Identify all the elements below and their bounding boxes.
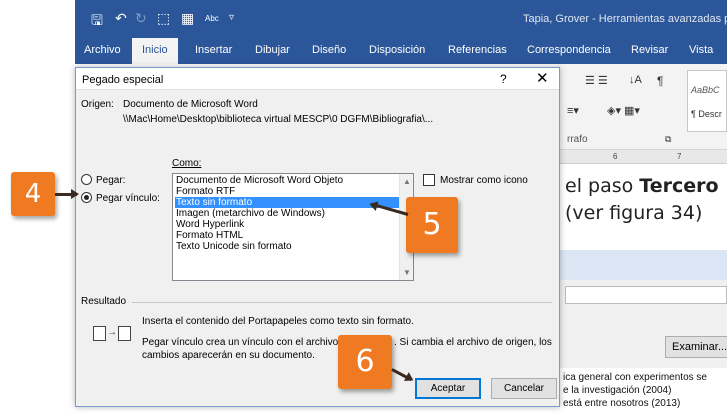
document-line-2: (ver figura 34) xyxy=(565,202,703,224)
ruler-mark-7: 7 xyxy=(677,152,682,161)
redo-icon[interactable]: ↻ xyxy=(135,10,147,27)
tab-vista[interactable]: Vista xyxy=(689,44,713,56)
help-icon[interactable]: ? xyxy=(500,72,507,86)
origin-path: \\Mac\Home\Desktop\biblioteca virtual ME… xyxy=(123,114,434,125)
result-text-3: cambios aparecerán en su documento. xyxy=(142,350,315,361)
paragraph-group-label: rrafo xyxy=(567,134,588,145)
tab-referencias[interactable]: Referencias xyxy=(448,44,507,56)
dialog-title-bar: Pegado especial ? ✕ xyxy=(76,68,559,90)
show-as-icon-checkbox[interactable] xyxy=(423,174,435,186)
list-item[interactable]: ica general con experimentos se xyxy=(563,372,707,383)
show-as-icon-label[interactable]: Mostrar como icono xyxy=(440,175,528,186)
document-line-1: el paso Tercero xyxy=(565,175,719,197)
tab-diseno[interactable]: Diseño xyxy=(312,44,346,56)
document-icon xyxy=(118,326,131,341)
tab-dibujar[interactable]: Dibujar xyxy=(255,44,290,56)
style-preview: AaBbC xyxy=(691,85,720,95)
ribbon-tabs: Archivo Inicio Insertar Dibujar Diseño D… xyxy=(75,38,727,64)
dialog-launcher-icon[interactable]: ⧉ xyxy=(665,134,671,145)
cancel-button[interactable]: Cancelar xyxy=(491,378,557,399)
tab-revisar[interactable]: Revisar xyxy=(631,44,668,56)
result-label: Resultado xyxy=(81,296,127,307)
close-icon[interactable]: ✕ xyxy=(536,69,549,87)
list-item[interactable]: Formato HTML xyxy=(175,230,399,241)
arrow-right-icon: → xyxy=(107,327,117,338)
style-name: ¶ Descr xyxy=(691,109,722,119)
window-title: Tapia, Grover - Herramientas avanzadas p… xyxy=(523,13,727,25)
scroll-up-icon[interactable]: ▲ xyxy=(403,177,411,186)
link-icon xyxy=(93,326,106,341)
step-badge-6: 6 xyxy=(338,335,392,389)
paste-special-dialog: Pegado especial ? ✕ Origen: Documento de… xyxy=(75,67,560,407)
style-gallery[interactable]: AaBbC ¶ Descr xyxy=(687,70,727,132)
undo-icon[interactable]: ↶ xyxy=(115,10,127,27)
step-badge-5: 5 xyxy=(406,197,458,253)
save-icon[interactable]: 🖫 xyxy=(91,10,103,34)
tab-disposicion[interactable]: Disposición xyxy=(369,44,425,56)
ribbon-paragraph-group: ☰ ☰ ↓A ¶ ≡▾ ◈▾ ▦▾ rrafo ⧉ AaBbC ¶ Descr xyxy=(557,64,727,150)
list-item-selected[interactable]: Texto sin formato xyxy=(175,197,399,208)
format-listbox[interactable]: Documento de Microsoft Word Objeto Forma… xyxy=(172,173,414,281)
shading-icon[interactable]: ◈▾ ▦▾ xyxy=(607,104,640,117)
line-spacing-icon[interactable]: ≡▾ xyxy=(567,104,579,117)
ruler-mark-6: 6 xyxy=(613,152,618,161)
list-item[interactable]: Word Hyperlink xyxy=(175,219,399,230)
sort-icon[interactable]: ↓A xyxy=(629,74,642,86)
origin-value: Documento de Microsoft Word xyxy=(123,99,258,110)
result-separator xyxy=(132,302,552,303)
list-item[interactable]: Imagen (metarchivo de Windows) xyxy=(175,208,399,219)
align-justify-icon[interactable]: ☰ ☰ xyxy=(585,74,608,87)
background-band xyxy=(557,250,727,280)
result-text-2b: . Si cambia el archivo de origen, los xyxy=(394,337,552,348)
paste-link-radio[interactable] xyxy=(81,192,92,203)
format-painter-icon[interactable]: ⬚ xyxy=(157,10,170,27)
customize-qa-icon[interactable]: ▿ xyxy=(229,12,234,23)
word-title-bar: 🖫 ↶ ↻ ⬚ ▦ Abc ▿ Tapia, Grover - Herramie… xyxy=(75,0,727,38)
tab-inicio[interactable]: Inicio xyxy=(132,38,178,64)
abc-button[interactable]: Abc xyxy=(205,14,219,23)
paste-radio[interactable] xyxy=(81,174,92,185)
list-item[interactable]: e la investigación (2004) xyxy=(563,385,671,396)
list-item[interactable]: Texto Unicode sin formato xyxy=(175,241,399,252)
document-bold-word: Tercero xyxy=(639,175,719,197)
step-badge-4: 4 xyxy=(11,172,55,216)
step-4-pointer xyxy=(55,189,79,199)
scroll-down-icon[interactable]: ▼ xyxy=(403,268,411,277)
bibliography-list: ica general con experimentos se e la inv… xyxy=(557,368,727,420)
list-item[interactable]: Formato RTF xyxy=(175,186,399,197)
list-item[interactable]: está entre nosotros (2013) xyxy=(563,398,680,409)
dialog-title: Pegado especial xyxy=(82,74,164,86)
list-item[interactable]: Documento de Microsoft Word Objeto xyxy=(175,175,399,186)
result-text-1: Inserta el contenido del Portapapeles co… xyxy=(142,316,414,327)
tab-insertar[interactable]: Insertar xyxy=(195,44,232,56)
origin-label: Origen: xyxy=(81,99,114,110)
tab-correspondencia[interactable]: Correspondencia xyxy=(527,44,611,56)
como-label: Como: xyxy=(172,158,202,169)
ruler[interactable]: 6 7 xyxy=(557,150,727,164)
background-input[interactable] xyxy=(565,286,727,304)
paste-radio-label[interactable]: Pegar: xyxy=(96,175,125,186)
spelling-icon[interactable]: ▦ xyxy=(181,10,194,27)
pilcrow-icon[interactable]: ¶ xyxy=(657,74,663,88)
browse-button[interactable]: Examinar... xyxy=(665,336,727,358)
accept-button[interactable]: Aceptar xyxy=(415,378,481,399)
result-text-2a: Pegar vínculo crea un vínculo con el arc… xyxy=(142,337,339,348)
paste-link-radio-label[interactable]: Pegar vínculo: xyxy=(96,193,160,204)
tab-archivo[interactable]: Archivo xyxy=(84,44,121,56)
